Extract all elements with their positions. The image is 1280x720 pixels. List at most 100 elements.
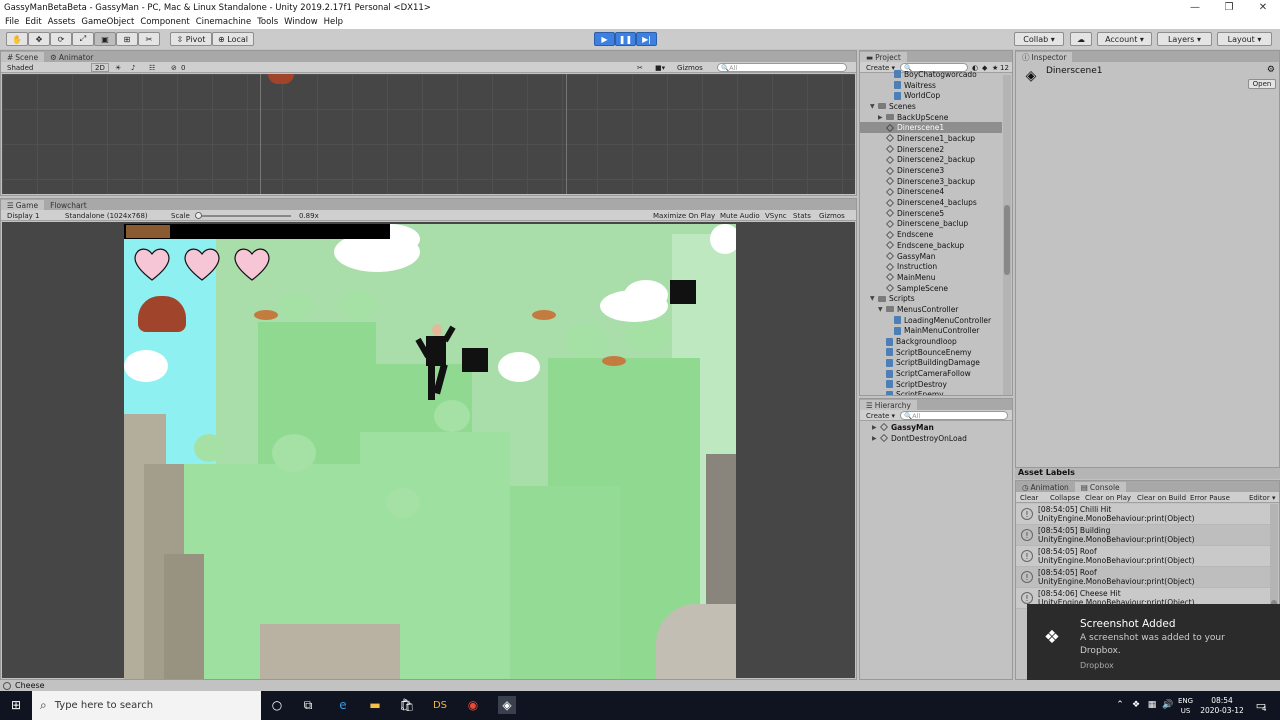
close-button[interactable]: ✕ (1246, 2, 1280, 13)
camera-icon[interactable]: ■▾ (655, 63, 665, 72)
chevron-down-icon[interactable]: ▼ (870, 295, 878, 302)
menu-cinemachine[interactable]: Cinemachine (193, 17, 254, 27)
project-item[interactable]: MainMenuController (860, 326, 1002, 337)
menu-gameobject[interactable]: GameObject (78, 17, 137, 27)
custom-tool-icon[interactable]: ✂ (138, 32, 160, 46)
pivot-toggle[interactable]: ⇳ Pivot (170, 32, 212, 46)
project-item[interactable]: Dinerscene1 (860, 122, 1002, 134)
console-editor-dropdown[interactable]: Editor ▾ (1249, 493, 1275, 502)
step-button[interactable]: ▶| (636, 32, 657, 46)
menu-tools[interactable]: Tools (254, 17, 281, 27)
project-item[interactable]: Dinerscene5 (860, 208, 1002, 219)
inspector-settings-icon[interactable]: ⚙ (1267, 65, 1275, 75)
scene-viewport[interactable] (2, 74, 855, 194)
project-item[interactable]: Dinerscene4 (860, 187, 1002, 198)
game-canvas[interactable] (124, 224, 736, 679)
tab-flowchart[interactable]: Flowchart (44, 200, 93, 210)
chevron-down-icon[interactable]: ▼ (870, 103, 878, 110)
chevron-down-icon[interactable]: ▼ (878, 306, 886, 313)
project-item[interactable]: ▶ BackUpScene (860, 112, 1002, 123)
tab-console[interactable]: ▤ Console (1074, 482, 1126, 492)
hierarchy-search-input[interactable]: 🔍 All (900, 411, 1008, 420)
layers-dropdown[interactable]: Layers ▾ (1157, 32, 1212, 46)
tab-project[interactable]: ▬ Project (860, 52, 907, 62)
tab-scene[interactable]: # Scene (1, 52, 45, 62)
open-button[interactable]: Open (1248, 79, 1276, 89)
project-item[interactable]: GassyMan (860, 251, 1002, 262)
console-log-row[interactable]: ! [08:54:05] Roof UnityEngine.MonoBehaviou… (1016, 567, 1270, 588)
project-item[interactable]: ScriptBuildingDamage (860, 358, 1002, 369)
layout-dropdown[interactable]: Layout ▾ (1217, 32, 1272, 46)
project-item[interactable]: ▼ Scripts (860, 293, 1002, 304)
project-item[interactable]: MainMenu (860, 272, 1002, 283)
hand-tool-icon[interactable]: ✋ (6, 32, 28, 46)
rotate-tool-icon[interactable]: ⟳ (50, 32, 72, 46)
console-error-pause-button[interactable]: Error Pause (1190, 493, 1230, 502)
project-item[interactable]: Dinerscene3 (860, 165, 1002, 176)
project-item[interactable]: Waitress (860, 80, 1002, 91)
vsync-toggle[interactable]: VSync (765, 211, 787, 220)
project-item[interactable]: Dinerscene4_baclups (860, 197, 1002, 208)
ds-app-icon[interactable]: DS (431, 696, 449, 714)
project-item[interactable]: SampleScene (860, 283, 1002, 294)
scale-slider-thumb[interactable] (195, 211, 202, 219)
project-item[interactable]: Dinerscene1_backup (860, 133, 1002, 144)
tab-animation[interactable]: ◷ Animation (1016, 482, 1075, 492)
project-item[interactable]: ScriptCameraFollow (860, 368, 1002, 379)
task-view-icon[interactable]: ⧉ (299, 696, 317, 714)
cortana-icon[interactable]: ○ (268, 696, 286, 714)
taskbar-search[interactable]: ⌕ Type here to search (32, 691, 261, 720)
effects-icon[interactable]: ☷ (149, 63, 155, 72)
status-text[interactable]: Cheese (15, 681, 45, 690)
project-item[interactable]: Dinerscene_baclup (860, 219, 1002, 230)
shading-dropdown[interactable]: Shaded (7, 63, 33, 72)
2d-toggle[interactable]: 2D (91, 63, 109, 72)
console-collapse-button[interactable]: Collapse (1050, 493, 1080, 502)
windows-start-icon[interactable]: ⊞ (7, 696, 25, 714)
hierarchy-create-dropdown[interactable]: Create ▾ (866, 411, 895, 420)
game-viewport[interactable] (2, 222, 855, 679)
tab-inspector[interactable]: ⓘ Inspector (1016, 52, 1073, 62)
console-clear-on-play-button[interactable]: Clear on Play (1085, 493, 1131, 502)
project-item[interactable]: WorldCop (860, 90, 1002, 101)
project-item[interactable]: ▼ Scenes (860, 101, 1002, 112)
language-indicator[interactable]: ENG US (1178, 696, 1193, 716)
dropbox-notification[interactable]: ❖ Screenshot Added A screenshot was adde… (1027, 604, 1280, 686)
project-item[interactable]: ScriptEnemy (860, 390, 1002, 395)
menu-edit[interactable]: Edit (22, 17, 44, 27)
chevron-right-icon[interactable]: ▶ (872, 435, 880, 442)
scale-slider[interactable] (195, 211, 291, 220)
project-item[interactable]: Endscene (860, 229, 1002, 240)
rect-tool-icon[interactable]: ▣ (94, 32, 116, 46)
collab-dropdown[interactable]: Collab ▾ (1014, 32, 1064, 46)
maximize-button[interactable]: ❐ (1212, 2, 1246, 13)
stats-toggle[interactable]: Stats (793, 211, 811, 220)
menu-file[interactable]: File (2, 17, 22, 27)
scene-search-input[interactable]: 🔍 All (717, 63, 847, 72)
pause-button[interactable]: ❚❚ (615, 32, 636, 46)
hierarchy-item[interactable]: ▶ GassyMan (860, 422, 1012, 433)
menu-window[interactable]: Window (281, 17, 321, 27)
play-button[interactable]: ▶ (594, 32, 615, 46)
console-clear-button[interactable]: Clear (1020, 493, 1038, 502)
menu-help[interactable]: Help (321, 17, 346, 27)
minimize-button[interactable]: — (1178, 2, 1212, 13)
console-clear-on-build-button[interactable]: Clear on Build (1137, 493, 1186, 502)
asset-labels-bar[interactable]: Asset Labels (1015, 468, 1280, 479)
project-item[interactable]: ScriptDestroy (860, 379, 1002, 390)
project-item[interactable]: Backgroundloop (860, 336, 1002, 347)
project-scrollbar[interactable] (1003, 75, 1011, 395)
console-log-row[interactable]: ! [08:54:05] Building UnityEngine.MonoBeha… (1016, 525, 1270, 546)
game-gizmos-dropdown[interactable]: Gizmos (819, 211, 845, 220)
project-item[interactable]: ▼ MenusController (860, 304, 1002, 315)
store-icon[interactable]: 🛍 (398, 696, 416, 714)
unity-taskbar-icon[interactable]: ◈ (498, 696, 516, 714)
project-item[interactable]: LoadingMenuController (860, 315, 1002, 326)
cloud-button[interactable]: ☁ (1070, 32, 1092, 46)
mute-audio-toggle[interactable]: Mute Audio (720, 211, 760, 220)
console-log-row[interactable]: ! [08:54:05] Chilli Hit UnityEngine.MonoBe… (1016, 504, 1270, 525)
chevron-right-icon[interactable]: ▶ (872, 424, 880, 431)
menu-assets[interactable]: Assets (45, 17, 79, 27)
project-item[interactable]: Endscene_backup (860, 240, 1002, 251)
chrome-icon[interactable]: ◉ (464, 696, 482, 714)
